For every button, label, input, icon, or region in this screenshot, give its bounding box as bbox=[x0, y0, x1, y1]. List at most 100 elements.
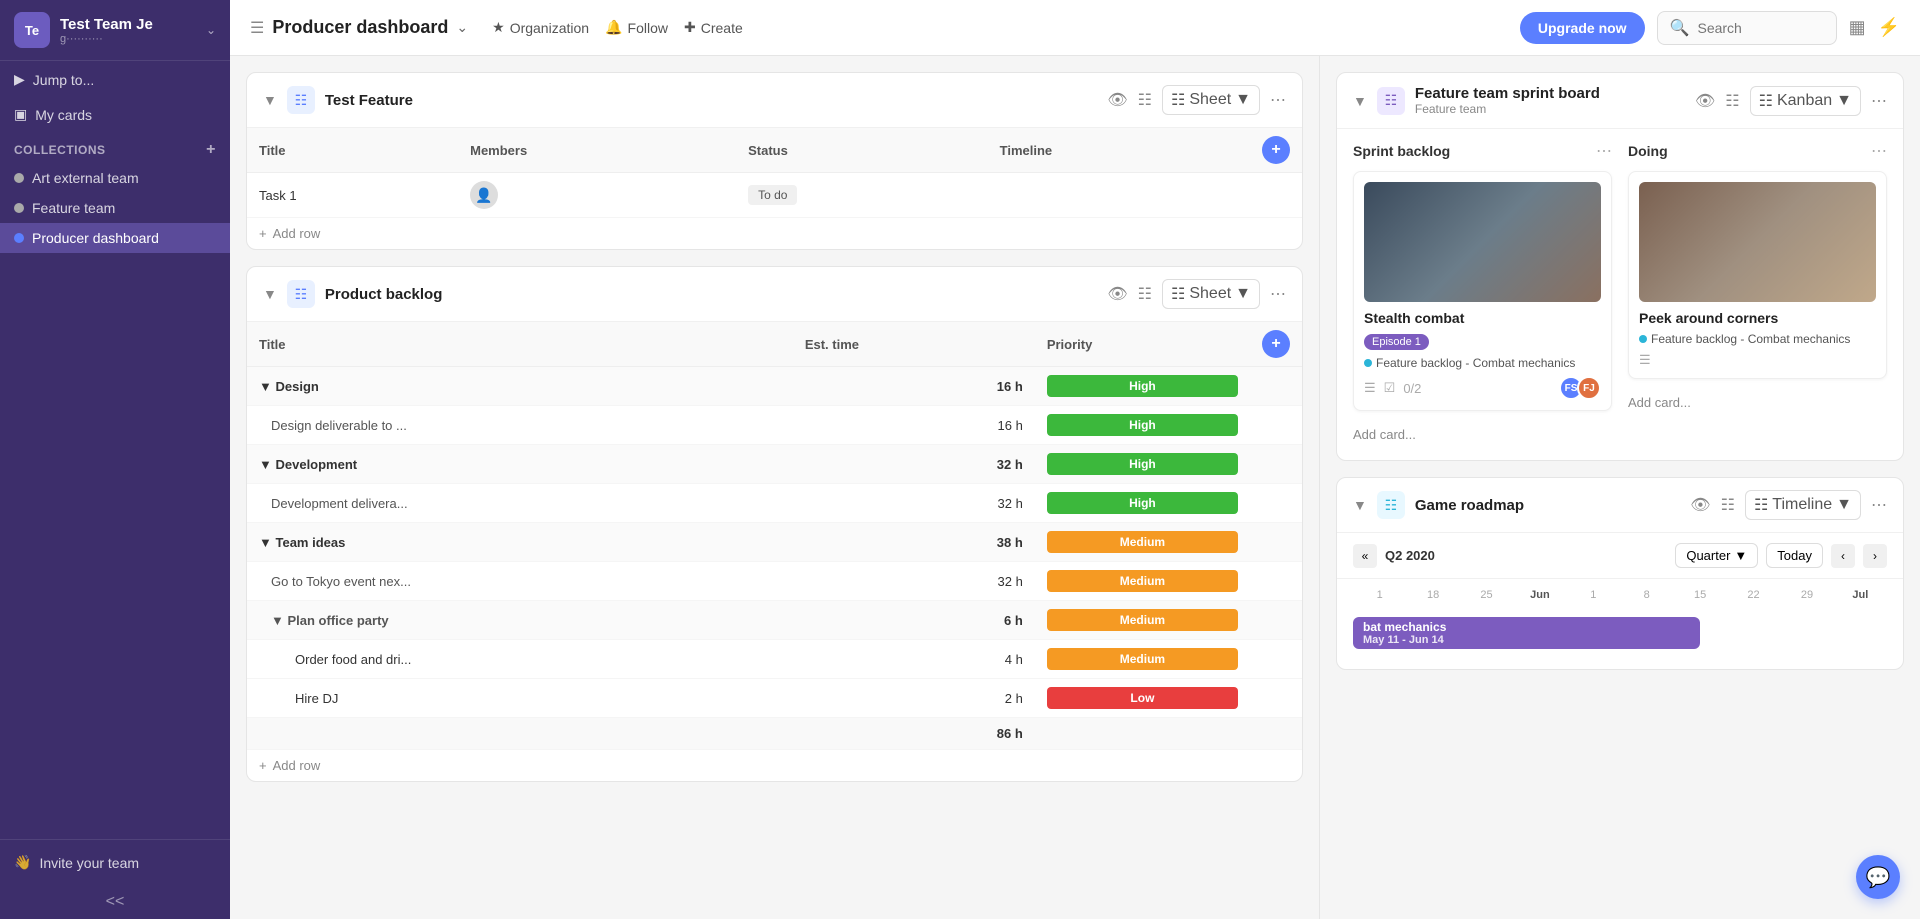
add-column-button[interactable]: + bbox=[1262, 136, 1290, 164]
sidebar-item-producer-dashboard[interactable]: Producer dashboard bbox=[0, 223, 230, 253]
group-chevron-icon[interactable]: ▼ bbox=[271, 613, 284, 628]
add-card-button[interactable]: Add card... bbox=[1628, 389, 1887, 416]
collapse-icon[interactable]: ▼ bbox=[1353, 497, 1367, 513]
priority-badge: Medium bbox=[1047, 531, 1238, 553]
today-button[interactable]: Today bbox=[1766, 543, 1823, 568]
filter-icon[interactable]: ☷ bbox=[1138, 90, 1152, 110]
next-arrow[interactable]: › bbox=[1863, 544, 1887, 568]
cell-members: 👤 bbox=[458, 173, 736, 218]
view-selector[interactable]: ☷ Sheet ▼ bbox=[1162, 85, 1260, 115]
view-selector[interactable]: ☷ Sheet ▼ bbox=[1162, 279, 1260, 309]
sidebar-item-art-external-team[interactable]: Art external team bbox=[0, 163, 230, 193]
date-col: 1 bbox=[1567, 589, 1620, 601]
add-collection-icon[interactable]: + bbox=[206, 141, 216, 159]
more-icon[interactable]: ⋯ bbox=[1596, 141, 1612, 161]
cell-title: Order food and dri... bbox=[247, 640, 793, 679]
layout-icon[interactable]: ▦ bbox=[1849, 17, 1866, 38]
team-name: Test Team Je bbox=[60, 16, 153, 33]
sidebar-item-label: Art external team bbox=[32, 170, 139, 186]
timeline-bar: bat mechanics May 11 - Jun 14 bbox=[1353, 617, 1700, 649]
filter-icon[interactable]: ☷ bbox=[1721, 495, 1735, 515]
topbar: ☰ Producer dashboard ⌄ ★ Organization 🔔 … bbox=[230, 0, 1920, 56]
date-col: 29 bbox=[1780, 589, 1833, 601]
search-box[interactable]: 🔍 bbox=[1657, 11, 1837, 45]
view-label: Timeline bbox=[1772, 496, 1832, 514]
left-panel: ▼ ☷ Test Feature 👁 ☷ ☷ Sheet ▼ ⋯ bbox=[230, 56, 1320, 919]
content-area: ▼ ☷ Test Feature 👁 ☷ ☷ Sheet ▼ ⋯ bbox=[230, 56, 1920, 919]
collapse-icon[interactable]: ▼ bbox=[263, 286, 277, 302]
sidebar-item-feature-team[interactable]: Feature team bbox=[0, 193, 230, 223]
col-title: Title bbox=[247, 322, 793, 367]
kanban-area: Sprint backlog ⋯ Stealth combat Episode … bbox=[1337, 129, 1903, 460]
invite-label: Invite your team bbox=[39, 855, 139, 871]
table-row: Go to Tokyo event nex... 32 h Medium bbox=[247, 562, 1302, 601]
date-col: 22 bbox=[1727, 589, 1780, 601]
add-column-button[interactable]: + bbox=[1262, 330, 1290, 358]
add-row-button[interactable]: + Add row bbox=[247, 218, 1302, 249]
date-col: 8 bbox=[1620, 589, 1673, 601]
create-button[interactable]: ✚ Create bbox=[684, 19, 743, 36]
add-row-button[interactable]: + Add row bbox=[247, 750, 1302, 781]
group-row-development: ▼ Development 32 h High bbox=[247, 445, 1302, 484]
more-icon[interactable]: ⋯ bbox=[1871, 141, 1887, 161]
collapse-icon[interactable]: ▼ bbox=[1353, 93, 1367, 109]
cell-title: Design deliverable to ... bbox=[247, 406, 793, 445]
more-icon[interactable]: ⋯ bbox=[1871, 495, 1887, 515]
eye-icon[interactable]: 👁 bbox=[1695, 91, 1715, 111]
product-backlog-table: Title Est. time Priority + ▼ Design 16 h bbox=[247, 322, 1302, 781]
add-row-label: Add row bbox=[273, 758, 321, 773]
search-input[interactable] bbox=[1697, 20, 1817, 36]
kanban-col-header: Sprint backlog ⋯ bbox=[1353, 141, 1612, 161]
filter-icon[interactable]: ☷ bbox=[1725, 91, 1739, 111]
group-chevron-icon[interactable]: ▼ bbox=[259, 457, 272, 472]
view-selector[interactable]: ☷ Timeline ▼ bbox=[1745, 490, 1861, 520]
quarter-selector[interactable]: Quarter ▼ bbox=[1675, 543, 1758, 568]
eye-icon[interactable]: 👁 bbox=[1107, 284, 1127, 304]
bell-icon: 🔔 bbox=[605, 19, 622, 36]
sprint-board: ▼ ☷ Feature team sprint board Feature te… bbox=[1336, 72, 1904, 461]
more-icon[interactable]: ⋯ bbox=[1270, 284, 1286, 304]
eye-icon[interactable]: 👁 bbox=[1107, 90, 1127, 110]
view-selector[interactable]: ☷ Kanban ▼ bbox=[1750, 86, 1861, 116]
sidebar-item-mycards[interactable]: ▣ My cards bbox=[0, 98, 230, 131]
more-icon[interactable]: ⋯ bbox=[1270, 90, 1286, 110]
chevron-down-icon[interactable]: ⌄ bbox=[206, 23, 216, 37]
invite-team-button[interactable]: 👋 Invite your team bbox=[0, 839, 230, 885]
upgrade-button[interactable]: Upgrade now bbox=[1520, 12, 1645, 44]
collapse-icon[interactable]: ▼ bbox=[263, 92, 277, 108]
sidebar-header[interactable]: Te Test Team Je g·········· ⌄ bbox=[0, 0, 230, 61]
cards-icon: ▣ bbox=[14, 106, 27, 123]
prev-arrow[interactable]: ‹ bbox=[1831, 544, 1855, 568]
jump-to-button[interactable]: ▶ Jump to... bbox=[0, 61, 230, 98]
board-title: Product backlog bbox=[325, 286, 443, 303]
text-icon: ☰ bbox=[1364, 380, 1376, 396]
eye-icon[interactable]: 👁 bbox=[1690, 495, 1710, 515]
collection-dot bbox=[14, 173, 24, 183]
col-timeline: Timeline bbox=[988, 128, 1250, 173]
collapse-arrow[interactable]: « bbox=[1353, 544, 1377, 568]
follow-button[interactable]: 🔔 Follow bbox=[605, 19, 668, 36]
more-icon[interactable]: ⋯ bbox=[1871, 91, 1887, 111]
group-chevron-icon[interactable]: ▼ bbox=[259, 535, 272, 550]
board-header-actions: 👁 ☷ ☷ Kanban ▼ ⋯ bbox=[1695, 86, 1887, 116]
date-col: Jul bbox=[1834, 589, 1887, 601]
collapse-sidebar-button[interactable]: << bbox=[0, 885, 230, 919]
title-chevron-icon[interactable]: ⌄ bbox=[456, 19, 468, 36]
sidebar: Te Test Team Je g·········· ⌄ ▶ Jump to.… bbox=[0, 0, 230, 919]
episode-badge: Episode 1 bbox=[1364, 334, 1429, 350]
board-header: ▼ ☷ Product backlog 👁 ☷ ☷ Sheet ▼ ⋯ bbox=[247, 267, 1302, 322]
date-col: 18 bbox=[1406, 589, 1459, 601]
table-row: Development delivera... 32 h High bbox=[247, 484, 1302, 523]
star-button[interactable]: ★ Organization bbox=[492, 19, 589, 36]
group-chevron-icon[interactable]: ▼ bbox=[259, 379, 272, 394]
filter-icon[interactable]: ☷ bbox=[1138, 284, 1152, 304]
notification-icon[interactable]: ⚡ bbox=[1878, 17, 1900, 38]
board-title: Test Feature bbox=[325, 92, 413, 109]
board-title: Feature team sprint board bbox=[1415, 85, 1600, 102]
topbar-left: ☰ Producer dashboard ⌄ bbox=[250, 17, 468, 38]
board-type-icon: ☷ bbox=[1377, 87, 1405, 115]
chat-bubble-button[interactable]: 💬 bbox=[1856, 855, 1900, 899]
add-card-button[interactable]: Add card... bbox=[1353, 421, 1612, 448]
hand-icon: 👋 bbox=[14, 854, 31, 871]
sprint-board-header: ▼ ☷ Feature team sprint board Feature te… bbox=[1337, 73, 1903, 129]
